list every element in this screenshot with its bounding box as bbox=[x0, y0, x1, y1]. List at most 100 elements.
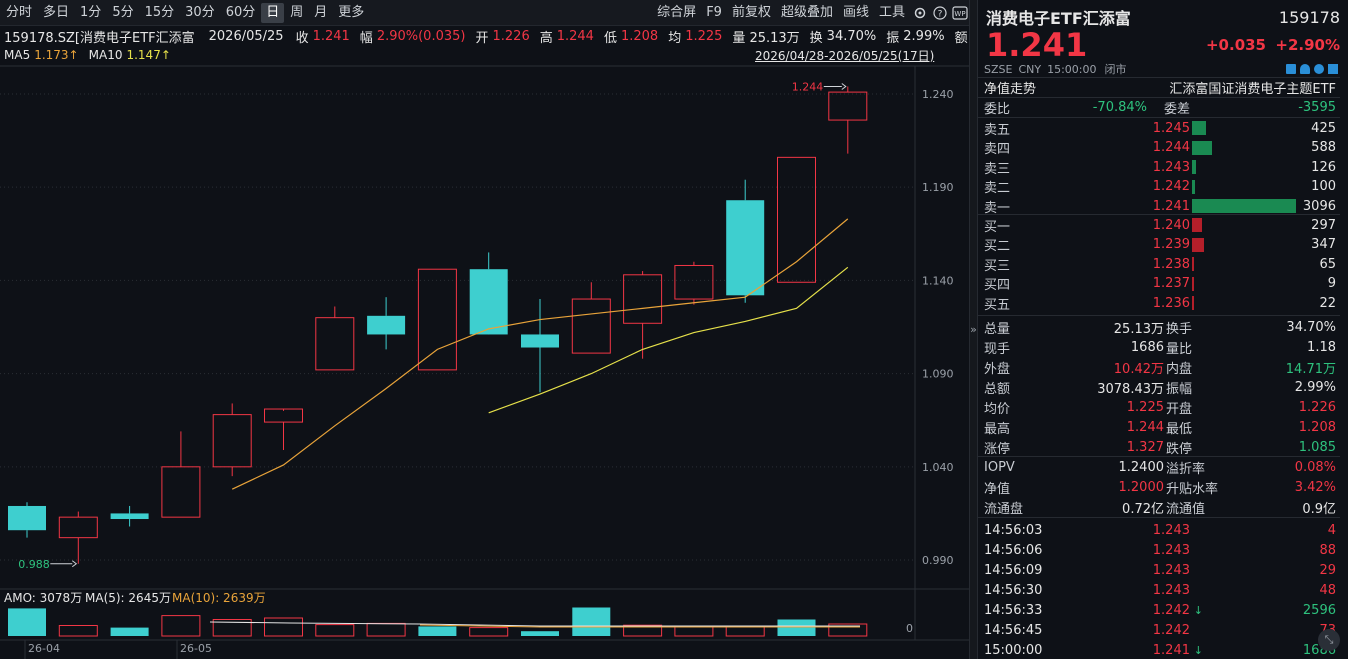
tick-row[interactable]: 15:00:00 1.241 ↓ 1686 bbox=[978, 640, 1340, 659]
bids-row[interactable]: 买四 1.237 9 bbox=[978, 274, 1340, 294]
toolbar-button[interactable]: 画线 bbox=[838, 3, 874, 23]
date-range[interactable]: 2026/04/28-2026/05/25(17日) bbox=[755, 47, 934, 64]
last-price: 1.241 bbox=[986, 26, 1088, 64]
stats-row: 最高 1.244 最低 1.208 bbox=[978, 417, 1340, 437]
ma5-value: 1.173↑ bbox=[34, 48, 79, 62]
market-code: SZSE bbox=[984, 62, 1013, 76]
candles bbox=[8, 86, 868, 564]
add-icon[interactable] bbox=[1328, 64, 1338, 74]
panel-collapse-handle[interactable]: » bbox=[969, 0, 978, 659]
candle-body bbox=[367, 315, 406, 335]
candle-body bbox=[571, 298, 611, 354]
asks-row[interactable]: 卖三 1.243 126 bbox=[978, 157, 1340, 177]
period-button[interactable]: 更多 bbox=[333, 3, 369, 23]
bell-icon[interactable] bbox=[1300, 64, 1310, 74]
period-button[interactable]: 日 bbox=[261, 2, 285, 23]
asks-price: 1.242 bbox=[1152, 179, 1190, 194]
etf_stats-row: 净值 1.2000 升贴水率 3.42% bbox=[978, 477, 1340, 497]
turn-value: 34.70% bbox=[826, 28, 877, 44]
volume-bar bbox=[674, 626, 714, 637]
stats-row: 总量 25.13万 换手 34.70% bbox=[978, 317, 1340, 337]
asks-row[interactable]: 卖二 1.242 100 bbox=[978, 177, 1340, 197]
period-button[interactable]: 月 bbox=[309, 3, 332, 23]
tick-row[interactable]: 14:56:451.24273 bbox=[978, 620, 1340, 640]
stat-value: 0.9亿 bbox=[1302, 501, 1336, 517]
asks-volume: 3096 bbox=[1302, 198, 1336, 214]
wp-icon[interactable]: WP bbox=[950, 3, 970, 23]
toolbar-button[interactable]: 工具 bbox=[874, 3, 910, 23]
period-button[interactable]: 周 bbox=[285, 3, 308, 23]
price-change-pct: +2.90% bbox=[1275, 36, 1340, 54]
tick-row[interactable]: 14:56:06 1.243 88 bbox=[978, 540, 1340, 560]
high-value: 1.244 bbox=[556, 28, 594, 44]
help-icon[interactable]: ? bbox=[930, 3, 950, 23]
bids-price: 1.239 bbox=[1152, 237, 1190, 252]
price-change: +0.035 bbox=[1205, 36, 1266, 54]
asks-volume: 100 bbox=[1311, 179, 1336, 194]
y-tick-label: 1.090 bbox=[922, 368, 954, 381]
avg-label: 均 bbox=[668, 30, 682, 46]
index-name: 汇添富国证消费电子主题ETF bbox=[1169, 82, 1336, 97]
period-button[interactable]: 1分 bbox=[75, 3, 106, 23]
period-button[interactable]: 5分 bbox=[107, 3, 138, 23]
bids-level-label: 买二 bbox=[984, 239, 1011, 254]
chg-value: 2.90%(0.035) bbox=[376, 28, 466, 44]
stat-value: 0.72亿 bbox=[1122, 501, 1164, 517]
tick-row[interactable]: 14:56:30 1.243 48 bbox=[978, 580, 1340, 600]
tick-volume: 2596 bbox=[1302, 602, 1336, 618]
period-button[interactable]: 30分 bbox=[180, 3, 220, 23]
stat-value: 1.225 bbox=[1126, 399, 1164, 415]
tick-direction-icon: ↓ bbox=[1193, 643, 1203, 657]
tick-row[interactable]: 14:56:09 1.243 29 bbox=[978, 560, 1340, 580]
volume-bar bbox=[8, 608, 46, 636]
asks-row[interactable]: 卖一 1.241 3096 bbox=[978, 196, 1340, 216]
bids-level-label: 买四 bbox=[984, 278, 1011, 293]
x-axis: 26-04 26-05 bbox=[24, 640, 212, 659]
tick-time: 14:56:03 bbox=[984, 522, 1043, 538]
tick-row[interactable]: 14:56:03 1.243 4 bbox=[978, 520, 1340, 540]
resize-handle-icon[interactable]: ⤡ bbox=[1318, 629, 1340, 651]
bids-row[interactable]: 买五 1.236 22 bbox=[978, 293, 1340, 313]
user-icon[interactable] bbox=[1314, 64, 1324, 74]
asks-volume: 588 bbox=[1311, 140, 1336, 155]
stat-label: 内盘 bbox=[1166, 361, 1193, 377]
y-tick-label: 1.140 bbox=[922, 274, 954, 287]
candle-body bbox=[212, 414, 252, 468]
period-button[interactable]: 分时 bbox=[1, 3, 37, 23]
toolbar-button[interactable]: 前复权 bbox=[727, 3, 776, 23]
chg-label: 幅 bbox=[359, 30, 373, 46]
asks-row[interactable]: 卖四 1.244 588 bbox=[978, 138, 1340, 158]
period-button[interactable]: 15分 bbox=[140, 3, 180, 23]
gear-icon[interactable] bbox=[910, 3, 930, 23]
period-button[interactable]: 多日 bbox=[38, 3, 74, 23]
low-value: 1.208 bbox=[620, 28, 659, 44]
tick-price: 1.242 bbox=[1152, 602, 1190, 618]
toolbar-button[interactable]: 综合屏 bbox=[652, 3, 701, 23]
bids-row[interactable]: 买三 1.238 65 bbox=[978, 254, 1340, 274]
stat-value: 1.2400 bbox=[1118, 459, 1165, 475]
stat-label: IOPV bbox=[984, 459, 1015, 475]
kline-chart[interactable]: 1.240 1.190 1.140 1.090 1.040 0.990 1.244 0.98… bbox=[0, 0, 970, 659]
min-price-label: 0.988 bbox=[18, 558, 50, 571]
toolbar-button[interactable]: 超级叠加 bbox=[776, 3, 838, 23]
volume-bar bbox=[572, 607, 611, 636]
tick-price: 1.243 bbox=[1152, 562, 1190, 578]
bids-volume: 347 bbox=[1311, 237, 1336, 252]
asks-price: 1.243 bbox=[1152, 159, 1190, 175]
bids-row[interactable]: 买二 1.239 347 bbox=[978, 235, 1340, 255]
nav-trend-link[interactable]: 净值走势 bbox=[984, 78, 1036, 97]
tick-time: 15:00:00 bbox=[984, 642, 1043, 658]
candle-body bbox=[726, 200, 765, 296]
tick-time: 14:56:30 bbox=[984, 582, 1043, 598]
edit-icon[interactable] bbox=[1286, 64, 1296, 74]
tick-row[interactable]: 14:56:33 1.242 ↓ 2596 bbox=[978, 600, 1340, 620]
candle-body bbox=[623, 274, 663, 324]
close-value: 1.241 bbox=[312, 28, 350, 44]
toolbar-button[interactable]: F9 bbox=[701, 3, 727, 23]
asks-row[interactable]: 卖五 1.245 425 bbox=[978, 118, 1340, 138]
bids-row[interactable]: 买一 1.240 297 bbox=[978, 215, 1340, 235]
period-button[interactable]: 60分 bbox=[221, 3, 261, 23]
turn-label: 换 bbox=[809, 30, 823, 46]
stat-value: 3078.43万 bbox=[1097, 381, 1164, 397]
tick-volume: 4 bbox=[1327, 522, 1336, 538]
